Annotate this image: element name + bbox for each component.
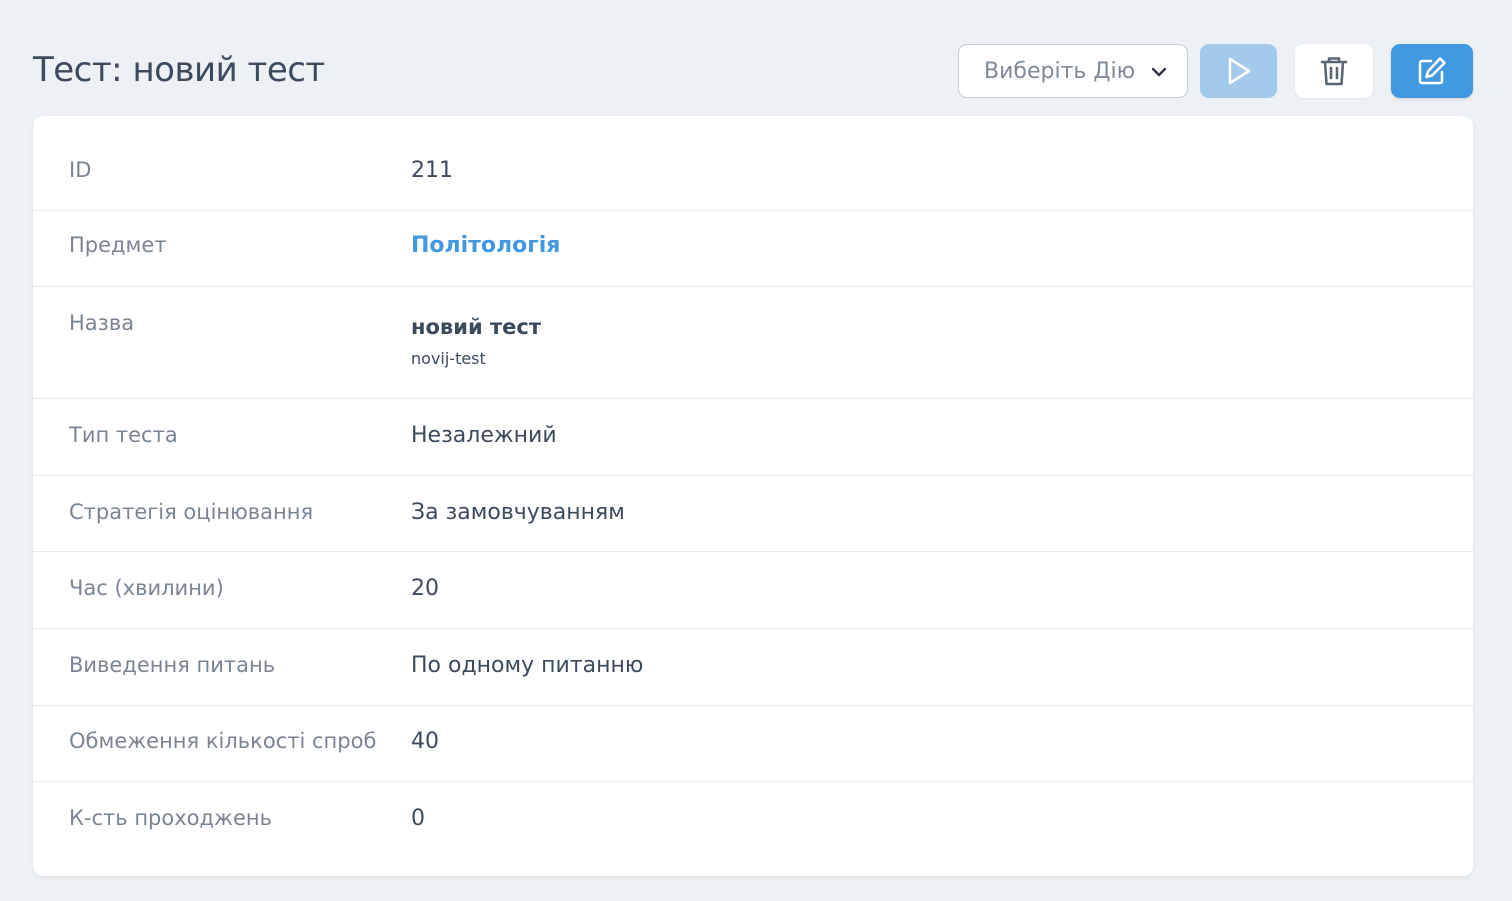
page-title: Тест: новий тест	[33, 50, 325, 90]
play-icon	[1228, 57, 1250, 85]
detail-value: По одному питанню	[411, 653, 644, 678]
edit-icon	[1418, 57, 1446, 85]
test-details-card: ID 211 Предмет Політологія Назва новий т…	[33, 116, 1473, 876]
subject-link[interactable]: Політологія	[411, 211, 560, 286]
chevron-down-icon	[1151, 67, 1167, 77]
detail-row-subject: Предмет Політологія	[33, 211, 1473, 287]
test-name: новий тест	[411, 315, 541, 339]
detail-label: Обмеження кількості спроб	[69, 729, 377, 753]
detail-label: Виведення питань	[69, 653, 276, 677]
detail-label: Стратегія оцінювання	[69, 500, 314, 524]
detail-row-name: Назва новий тест novij-test	[33, 287, 1473, 399]
detail-label: К-сть проходжень	[69, 806, 272, 830]
detail-row-strategy: Стратегія оцінювання За замовчуванням	[33, 476, 1473, 552]
detail-row-type: Тип теста Незалежний	[33, 399, 1473, 476]
detail-value: 40	[411, 729, 439, 754]
test-slug: novij-test	[411, 349, 486, 368]
edit-button[interactable]	[1391, 44, 1473, 98]
detail-row-attempt-limit: Обмеження кількості спроб 40	[33, 706, 1473, 782]
detail-value: новий тест novij-test	[411, 287, 541, 398]
detail-row-id: ID 211	[33, 116, 1473, 211]
detail-row-completions: К-сть проходжень 0	[33, 782, 1473, 876]
trash-icon	[1320, 57, 1348, 86]
action-select[interactable]: Виберіть Дію	[958, 44, 1188, 98]
detail-label: Назва	[69, 311, 135, 335]
detail-label: Тип теста	[69, 423, 178, 447]
run-action-button[interactable]	[1200, 44, 1277, 98]
action-select-label: Виберіть Дію	[984, 58, 1136, 84]
detail-row-question-display: Виведення питань По одному питанню	[33, 629, 1473, 706]
detail-value: За замовчуванням	[411, 500, 625, 525]
detail-label: Предмет	[69, 233, 167, 257]
detail-value: 211	[411, 158, 453, 183]
detail-label: Час (хвилини)	[69, 576, 224, 600]
detail-value: 0	[411, 806, 425, 831]
delete-button[interactable]	[1295, 44, 1373, 98]
detail-value: 20	[411, 576, 439, 601]
detail-value: Незалежний	[411, 423, 557, 448]
detail-label: ID	[69, 158, 92, 182]
detail-row-time: Час (хвилини) 20	[33, 552, 1473, 629]
